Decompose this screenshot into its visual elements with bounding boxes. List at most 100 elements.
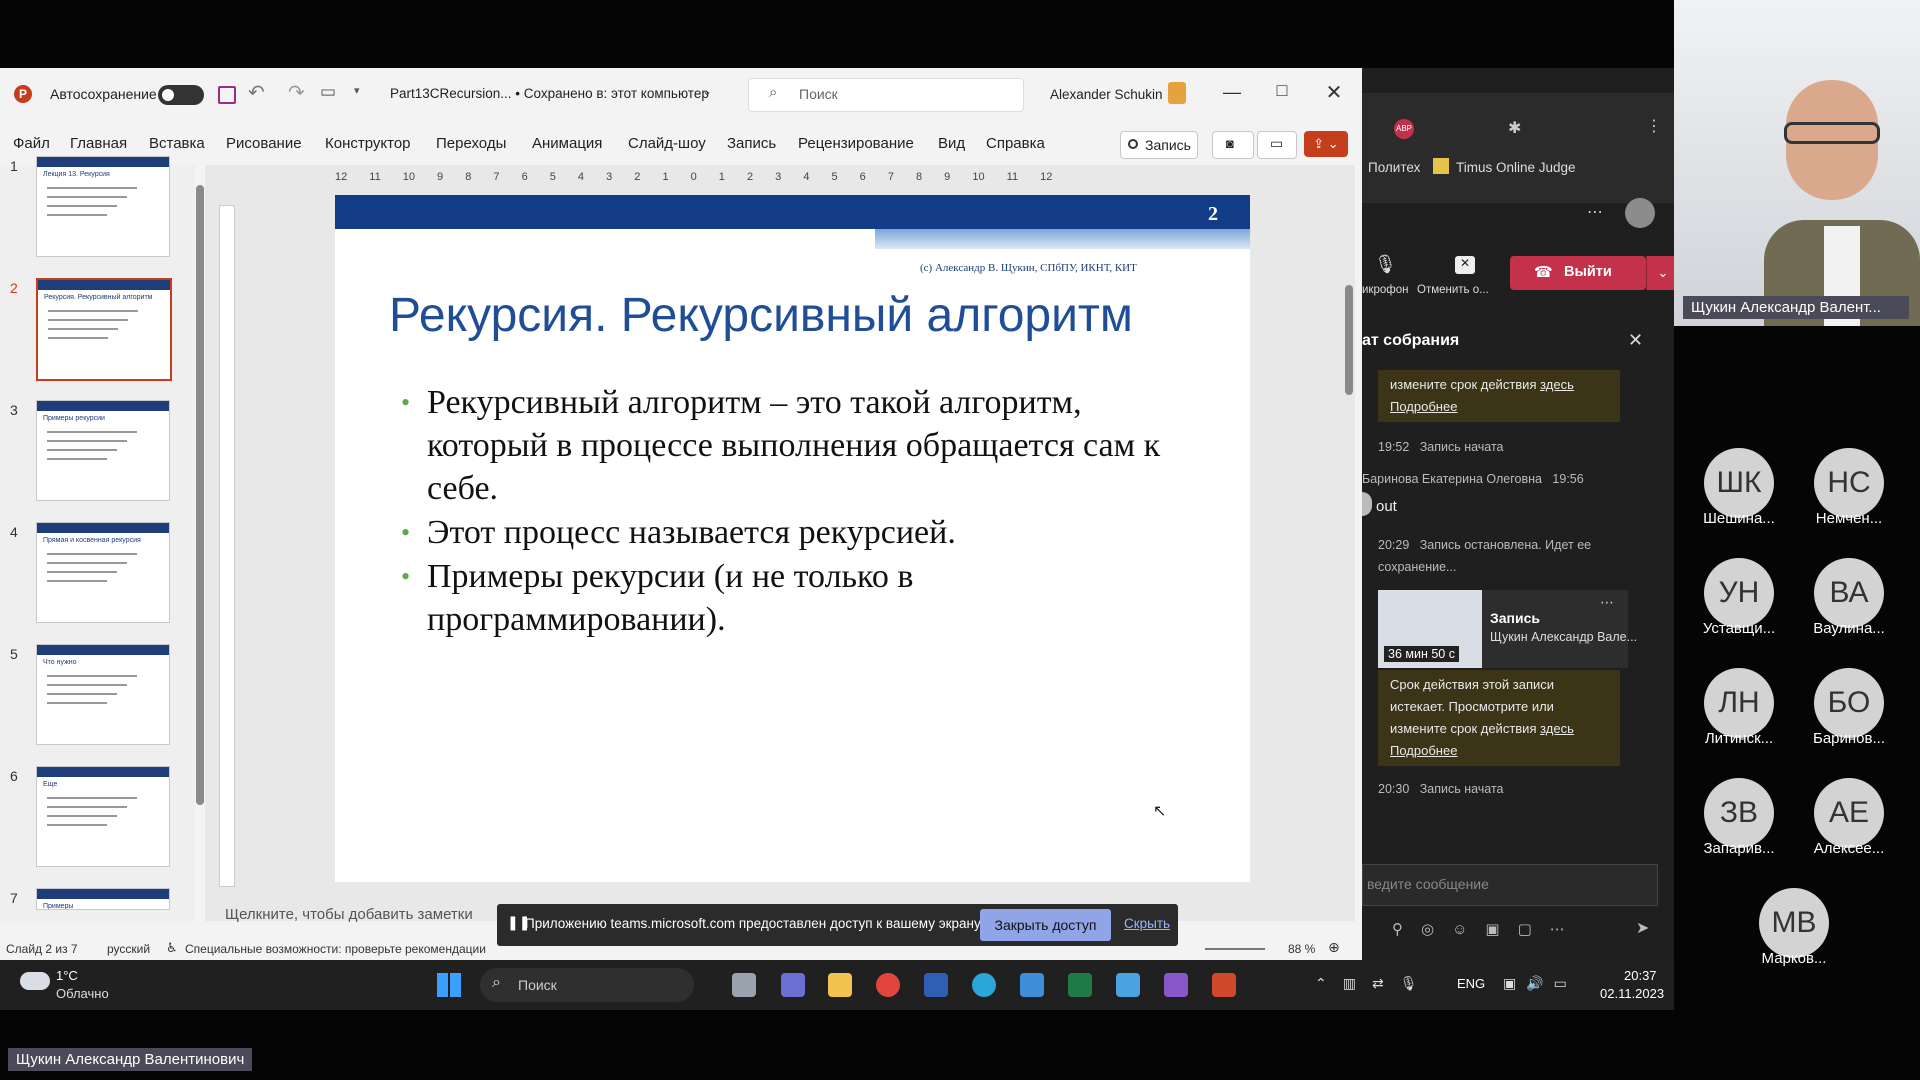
thumbnails-scrollbar[interactable] [196, 185, 204, 805]
file-title[interactable]: Part13CRecursion... • Сохранено в: этот … [390, 86, 709, 101]
gif-icon[interactable]: ▣ [1485, 921, 1517, 938]
participant-avatar[interactable]: БО [1814, 668, 1884, 738]
current-slide[interactable]: 2 (c) Александр В. Щукин, СПбПУ, ИКНТ, К… [335, 195, 1250, 882]
teams-chat-icon[interactable] [781, 973, 805, 997]
mail-icon[interactable] [1020, 973, 1044, 997]
excel-icon[interactable] [1068, 973, 1092, 997]
weather-icon[interactable] [20, 972, 50, 990]
undo-icon[interactable]: ↶ [248, 80, 265, 105]
presentation-icon[interactable]: ▭ [320, 82, 336, 102]
save-icon[interactable] [218, 86, 236, 104]
visual-studio-icon[interactable] [1164, 973, 1188, 997]
participant-avatar[interactable]: АЕ [1814, 778, 1884, 848]
taskbar-search[interactable]: ⌕ Поиск [480, 968, 694, 1002]
file-explorer-icon[interactable] [828, 973, 852, 997]
slide-thumbnail[interactable]: Примеры рекурсии [36, 400, 170, 501]
tab-help[interactable]: Справка [986, 135, 1045, 152]
chrome-icon[interactable] [876, 973, 900, 997]
more-options-icon[interactable]: ⋯ [1587, 202, 1603, 222]
slide-thumbnail[interactable]: Прямая и косвенная рекурсия [36, 522, 170, 623]
participant-avatar[interactable]: МВ [1759, 888, 1829, 958]
attach-icon[interactable]: ⚲ [1392, 921, 1421, 938]
comments-button[interactable]: ▭ [1257, 131, 1297, 159]
user-name[interactable]: Alexander Schukin [1050, 87, 1163, 102]
word-icon[interactable] [924, 973, 948, 997]
expiry-here-link[interactable]: здесь [1540, 721, 1574, 736]
tab-home[interactable]: Главная [70, 135, 127, 152]
notepad-icon[interactable] [1116, 973, 1140, 997]
expiry-here-link[interactable]: здесь [1540, 377, 1574, 392]
slide-thumbnail[interactable]: Еще [36, 766, 170, 867]
tab-draw[interactable]: Рисование [226, 135, 302, 152]
maximize-button[interactable]: □ [1262, 80, 1302, 101]
participant-avatar[interactable]: УН [1704, 558, 1774, 628]
close-chat-icon[interactable]: ✕ [1628, 330, 1643, 351]
bookmark-politech[interactable]: Политех [1368, 160, 1420, 175]
search-box[interactable]: ⌕ Поиск [748, 78, 1024, 112]
accessibility-status[interactable]: Специальные возможности: проверьте реком… [185, 942, 486, 956]
tab-record[interactable]: Запись [727, 135, 776, 152]
quick-access-chevron-icon[interactable]: ▾ [354, 84, 360, 97]
clock-date[interactable]: 02.11.2023 [1600, 986, 1664, 1001]
notes-placeholder[interactable]: Щелкните, чтобы добавить заметки [225, 906, 473, 923]
task-view-icon[interactable] [732, 973, 756, 997]
zoom-level[interactable]: 88 % [1288, 942, 1315, 956]
more-menu-icon[interactable]: ⋮ [1646, 116, 1662, 136]
tab-file[interactable]: Файл [13, 135, 50, 152]
file-title-chevron-icon[interactable]: ⌄ [702, 84, 712, 98]
participant-avatar[interactable]: НС [1814, 448, 1884, 518]
share-button[interactable]: ⇪ ⌄ [1304, 131, 1348, 157]
profile-avatar[interactable] [1625, 198, 1655, 228]
microphone-icon[interactable]: 🎙 [1374, 254, 1397, 275]
close-button[interactable]: ✕ [1314, 80, 1354, 105]
record-button[interactable]: Запись [1120, 131, 1198, 159]
language-indicator[interactable]: ENG [1457, 976, 1485, 991]
stop-sharing-button[interactable]: Закрыть доступ [980, 909, 1111, 941]
cancel-icon[interactable]: ✕ [1455, 256, 1475, 274]
tab-design[interactable]: Конструктор [325, 135, 411, 152]
more-link[interactable]: Подробнее [1390, 399, 1457, 414]
editor-vertical-scrollbar[interactable] [1345, 285, 1353, 395]
send-icon[interactable]: ➤ [1636, 918, 1649, 938]
participant-avatar[interactable]: ЛН [1704, 668, 1774, 738]
tab-review[interactable]: Рецензирование [798, 135, 914, 152]
network-volume-icons[interactable]: ▣🔊▭ [1503, 975, 1577, 992]
camera-button[interactable]: ◙ [1212, 131, 1254, 159]
start-icon[interactable] [437, 973, 461, 997]
leave-button[interactable]: ☎ Выйти [1510, 256, 1646, 290]
more-link[interactable]: Подробнее [1390, 743, 1457, 758]
slide-thumbnail[interactable]: Что нужно [36, 644, 170, 745]
tray-icons[interactable]: ⌃▥⇄🎙 [1315, 975, 1433, 992]
adblock-icon[interactable]: ABP [1394, 119, 1414, 139]
participant-avatar[interactable]: ШК [1704, 448, 1774, 518]
recording-more-icon[interactable]: ⋯ [1600, 594, 1614, 611]
slide-thumbnail[interactable]: Лекция 13. Рекурсия [36, 156, 170, 257]
participant-avatar[interactable]: ЗВ [1704, 778, 1774, 848]
more-icon[interactable]: ⋯ [1550, 921, 1583, 938]
participant-avatar[interactable]: ВА [1814, 558, 1884, 628]
sticker-icon[interactable]: ▢ [1518, 921, 1550, 938]
recording-card[interactable]: 36 мин 50 с Запись Щукин Александр Вале.… [1378, 590, 1637, 668]
tab-view[interactable]: Вид [938, 135, 965, 152]
autosave-toggle[interactable] [158, 85, 204, 105]
fit-slide-icon[interactable]: ⊕ [1328, 939, 1340, 956]
user-avatar[interactable] [1168, 82, 1186, 104]
clock-time[interactable]: 20:37 [1624, 968, 1657, 983]
edge-icon[interactable] [972, 973, 996, 997]
tab-transitions[interactable]: Переходы [436, 135, 506, 152]
slide-thumbnail[interactable]: Рекурсия. Рекурсивный алгоритм [36, 278, 172, 381]
powerpoint-taskbar-icon[interactable] [1212, 973, 1236, 997]
tab-insert[interactable]: Вставка [149, 135, 205, 152]
zoom-slider[interactable] [1205, 948, 1265, 950]
redo-icon[interactable]: ↷ [288, 80, 305, 105]
bookmark-timus[interactable]: Timus Online Judge [1456, 160, 1576, 175]
compose-box[interactable]: ведите сообщение [1362, 864, 1658, 906]
language-status[interactable]: русский [107, 942, 150, 956]
tab-animation[interactable]: Анимация [532, 135, 602, 152]
minimize-button[interactable]: — [1212, 82, 1252, 103]
extensions-icon[interactable]: ✱ [1508, 118, 1521, 138]
loop-icon[interactable]: ◎ [1421, 921, 1452, 938]
hide-link[interactable]: Скрыть [1124, 916, 1170, 931]
slide-thumbnail[interactable]: Примеры [36, 888, 170, 910]
emoji-icon[interactable]: ☺ [1452, 921, 1485, 938]
